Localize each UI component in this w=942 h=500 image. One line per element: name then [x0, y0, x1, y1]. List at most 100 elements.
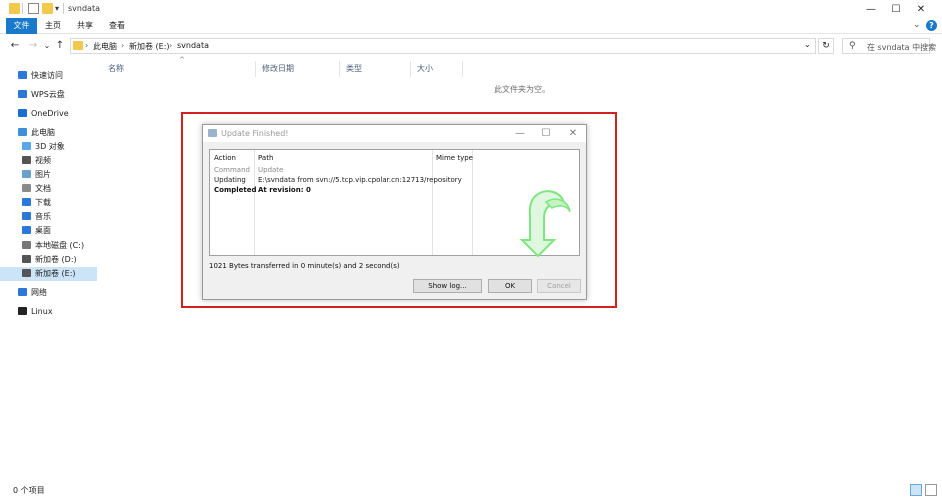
separator	[63, 3, 64, 14]
3d-objects-icon	[22, 142, 31, 150]
folder-icon	[73, 41, 83, 50]
tab-file[interactable]: 文件	[6, 18, 37, 34]
sidebar-item-label: 快速访问	[31, 71, 63, 80]
window-titlebar: ▾ svndata — ☐ ✕	[0, 0, 942, 18]
drive-e-icon	[22, 269, 31, 277]
drive-c-icon	[22, 241, 31, 249]
forward-button[interactable]: →	[26, 39, 40, 53]
address-dropdown-icon[interactable]: ⌄	[804, 40, 811, 49]
recent-locations-button[interactable]: ⌄	[40, 39, 54, 53]
row-path: Update	[258, 166, 284, 174]
downloads-icon	[22, 198, 31, 206]
sidebar-item-label: 本地磁盘 (C:)	[35, 241, 85, 250]
sidebar-item[interactable]: 视频	[0, 154, 97, 168]
search-box[interactable]: ⚲ 在 svndata 中搜索	[842, 38, 936, 54]
column-header-size[interactable]: 大小	[411, 61, 463, 77]
folder-icon	[9, 3, 20, 14]
sidebar-item[interactable]: 网络	[0, 286, 97, 300]
row-path: At revision: 0	[258, 186, 311, 194]
update-results-table[interactable]: Action Path Mime type Command Update Upd…	[209, 149, 580, 258]
column-header-name[interactable]: 名称	[102, 61, 256, 77]
transfer-summary: 1021 Bytes transferred in 0 minute(s) an…	[209, 262, 400, 270]
dialog-minimize-button[interactable]: —	[512, 127, 528, 140]
sidebar-item-label: 3D 对象	[35, 142, 65, 151]
sidebar-item[interactable]: 快速访问	[0, 69, 97, 83]
dialog-close-button[interactable]: ✕	[565, 127, 581, 140]
qat-dropdown-icon[interactable]: ▾	[55, 4, 59, 13]
music-icon	[22, 212, 31, 220]
search-icon: ⚲	[849, 41, 856, 51]
breadcrumb-separator: ›	[85, 41, 89, 50]
onedrive-icon	[18, 109, 27, 117]
cancel-button[interactable]: Cancel	[537, 279, 581, 293]
back-button[interactable]: ←	[8, 39, 22, 53]
sidebar-item[interactable]: 此电脑	[0, 126, 97, 140]
sidebar-item[interactable]: 本地磁盘 (C:)	[0, 239, 97, 253]
ribbon-expand-icon[interactable]: ⌄	[913, 20, 921, 30]
column-header-action[interactable]: Action	[214, 154, 236, 162]
sidebar-item-label: OneDrive	[31, 109, 69, 118]
breadcrumb-this-pc[interactable]: 此电脑	[93, 41, 117, 52]
sidebar-item[interactable]: 下载	[0, 196, 97, 210]
sidebar-item[interactable]: 新加卷 (E:)	[0, 267, 97, 281]
drive-d-icon	[22, 255, 31, 263]
column-header-type[interactable]: 类型	[340, 61, 411, 77]
breadcrumb-drive-e[interactable]: 新加卷 (E:)	[129, 41, 170, 52]
breadcrumb-separator: ›	[169, 41, 173, 50]
empty-folder-message: 此文件夹为空。	[494, 85, 550, 94]
item-count: 0 个项目	[13, 486, 45, 495]
up-button[interactable]: ↑	[53, 39, 67, 53]
details-view-icon[interactable]	[910, 484, 922, 496]
sidebar-item[interactable]: 音乐	[0, 210, 97, 224]
address-row: ← → ⌄ ↑ › 此电脑 › 新加卷 (E:) › svndata ⌄ ↻ ⚲…	[0, 36, 942, 56]
ribbon-tabs: 文件 主页 共享 查看 ⌄ ?	[0, 18, 942, 34]
ok-button[interactable]: OK	[488, 279, 532, 293]
sidebar-item[interactable]: 图片	[0, 168, 97, 182]
address-bar[interactable]: › 此电脑 › 新加卷 (E:) › svndata ⌄	[70, 38, 816, 54]
row-action: Completed	[214, 186, 257, 194]
breadcrumb-svndata[interactable]: svndata	[177, 41, 209, 50]
sidebar-item[interactable]: 3D 对象	[0, 140, 97, 154]
column-header-modified[interactable]: 修改日期	[256, 61, 340, 77]
tab-view[interactable]: 查看	[104, 18, 130, 34]
breadcrumb-separator: ›	[121, 41, 125, 50]
status-bar: 0 个项目	[0, 482, 942, 500]
linux-icon	[18, 307, 27, 315]
sidebar-item-label: 音乐	[35, 212, 51, 221]
window-title: svndata	[68, 4, 100, 13]
row-action: Command	[214, 166, 250, 174]
sidebar-item[interactable]: 新加卷 (D:)	[0, 253, 97, 267]
refresh-button[interactable]: ↻	[818, 38, 834, 54]
sidebar-item[interactable]: 文档	[0, 182, 97, 196]
sidebar-item-label: 此电脑	[31, 128, 55, 137]
maximize-button[interactable]: ☐	[884, 0, 908, 18]
sidebar-item-label: 新加卷 (D:)	[35, 255, 77, 264]
desktop-icon	[22, 226, 31, 234]
sidebar-item-label: 视频	[35, 156, 51, 165]
dialog-maximize-button[interactable]: ☐	[538, 127, 554, 140]
column-header-mime-type[interactable]: Mime type	[436, 154, 473, 162]
minimize-button[interactable]: —	[859, 0, 883, 18]
sidebar-item-label: 新加卷 (E:)	[35, 269, 76, 278]
computer-icon	[18, 128, 27, 136]
sidebar-item-label: WPS云盘	[31, 90, 65, 99]
pictures-icon	[22, 170, 31, 178]
sidebar-item[interactable]: WPS云盘	[0, 88, 97, 102]
navigation-pane: 快速访问 WPS云盘 OneDrive 此电脑 3D 对象视频图片 文档 下载音乐桌面本地磁…	[0, 58, 98, 483]
video-icon	[22, 156, 31, 164]
star-icon	[18, 71, 27, 79]
tab-home[interactable]: 主页	[40, 18, 66, 34]
column-header-path[interactable]: Path	[258, 154, 273, 162]
sidebar-item[interactable]: 桌面	[0, 224, 97, 238]
properties-icon[interactable]	[28, 3, 39, 14]
tab-share[interactable]: 共享	[72, 18, 98, 34]
sidebar-item[interactable]: OneDrive	[0, 107, 97, 121]
show-log-button[interactable]: Show log...	[413, 279, 482, 293]
help-icon[interactable]: ?	[926, 20, 937, 31]
close-button[interactable]: ✕	[909, 0, 933, 18]
large-icons-view-icon[interactable]	[925, 484, 937, 496]
dialog-title: Update Finished!	[221, 129, 289, 138]
row-path: E:\svndata from svn://5.tcp.vip.cpolar.c…	[258, 176, 462, 184]
new-folder-icon[interactable]	[42, 3, 53, 14]
sidebar-item[interactable]: Linux	[0, 305, 97, 319]
